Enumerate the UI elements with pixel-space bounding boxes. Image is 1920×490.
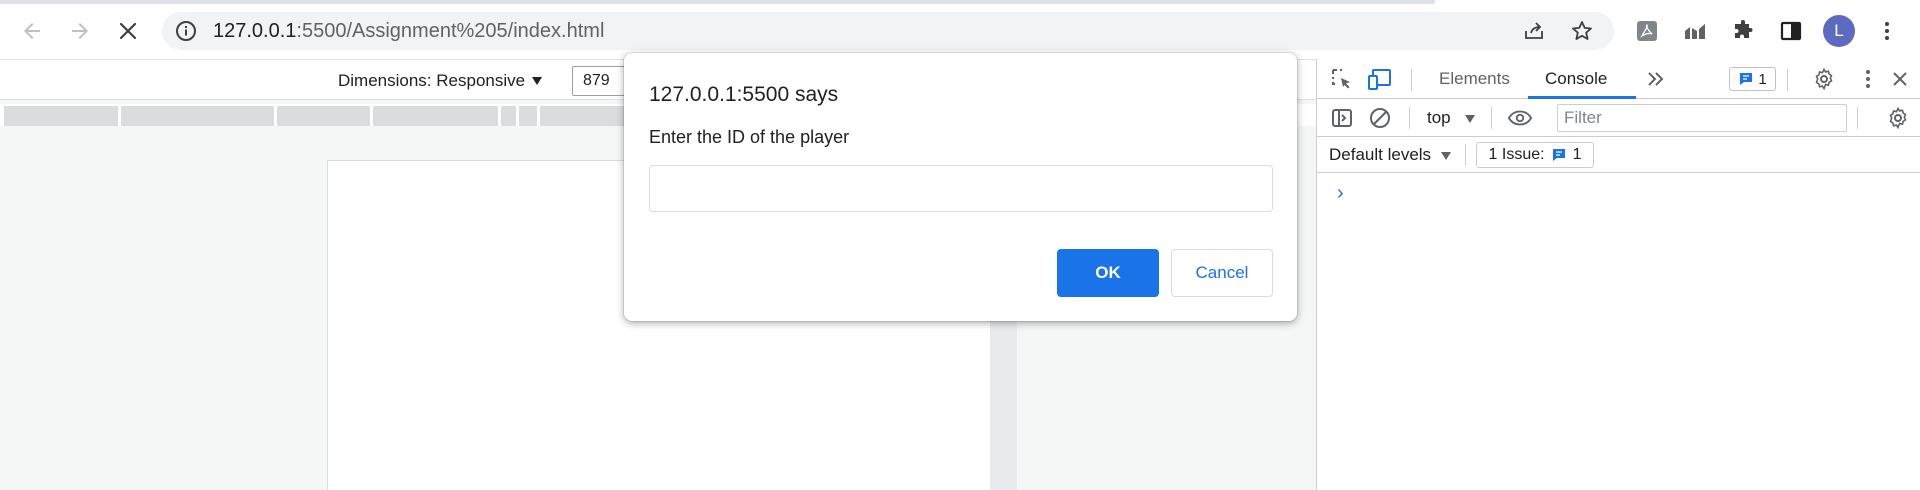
url-host: 127.0.0.1: [213, 20, 297, 42]
tab-elements[interactable]: Elements: [1439, 69, 1510, 89]
media-query-segment[interactable]: [4, 106, 118, 126]
message-icon: [1740, 73, 1753, 85]
dialog-title: 127.0.0.1:5500 says: [649, 83, 839, 106]
caret-down-icon[interactable]: [532, 77, 542, 85]
devtools-menu-icon[interactable]: [1855, 66, 1881, 92]
puzzle-extensions-icon[interactable]: [1726, 14, 1760, 48]
tab-strip-edge: [0, 0, 1435, 4]
more-tabs-chevron-icon[interactable]: [1643, 66, 1669, 92]
chart-extension-icon[interactable]: [1678, 14, 1712, 48]
site-info-icon[interactable]: [174, 19, 198, 43]
prompt-dialog: 127.0.0.1:5500 says Enter the ID of the …: [624, 53, 1297, 321]
dialog-message: Enter the ID of the player: [649, 127, 850, 147]
share-icon[interactable]: [1522, 19, 1546, 43]
device-toggle-icon[interactable]: [1367, 66, 1393, 92]
media-query-segment[interactable]: [519, 106, 537, 126]
back-arrow-icon[interactable]: [15, 14, 49, 48]
devtools-panel: Elements Console 1 top Filter Default le…: [1316, 59, 1920, 490]
message-icon: [1552, 149, 1565, 161]
tab-console[interactable]: Console: [1545, 69, 1607, 89]
media-query-segment[interactable]: [540, 106, 624, 126]
clear-console-icon[interactable]: [1367, 105, 1393, 131]
issues-counter-badge[interactable]: 1: [1729, 67, 1776, 91]
bookmark-star-icon[interactable]: [1570, 19, 1594, 43]
toolbar-separator: [1465, 144, 1466, 166]
sidebar-toggle-icon[interactable]: [1329, 105, 1355, 131]
player-id-input[interactable]: [649, 165, 1273, 212]
pdf-extension-icon[interactable]: [1630, 14, 1664, 48]
devtools-tabbar: Elements Console 1: [1317, 59, 1920, 99]
toolbar-separator: [1409, 107, 1410, 129]
browser-toolbar: 127.0.0.1:5500/Assignment%205/index.html…: [0, 0, 1920, 59]
console-levels-bar: Default levels 1 Issue: 1: [1317, 137, 1920, 173]
log-levels-dropdown[interactable]: Default levels: [1329, 145, 1431, 165]
issues-count: 1: [1572, 146, 1582, 163]
media-query-segment[interactable]: [373, 106, 498, 126]
console-prompt[interactable]: ›: [1337, 183, 1344, 203]
settings-gear-icon[interactable]: [1811, 66, 1837, 92]
dimensions-dropdown[interactable]: Dimensions: Responsive: [338, 71, 525, 91]
toolbar-separator: [1857, 107, 1858, 129]
issue-badge-count: 1: [1758, 70, 1767, 88]
device-width-input[interactable]: [572, 66, 632, 96]
caret-down-icon[interactable]: [1441, 152, 1451, 160]
media-query-segment[interactable]: [501, 106, 516, 126]
ok-button[interactable]: OK: [1057, 249, 1159, 297]
issues-button[interactable]: 1 Issue: 1: [1476, 142, 1594, 168]
toolbar-separator: [1787, 69, 1788, 91]
inspect-element-icon[interactable]: [1329, 66, 1355, 92]
close-devtools-icon[interactable]: [1887, 66, 1913, 92]
media-query-segment[interactable]: [121, 106, 274, 126]
issues-label: 1 Issue:: [1488, 146, 1545, 163]
side-panel-icon[interactable]: [1774, 14, 1808, 48]
kebab-menu-icon[interactable]: [1870, 14, 1904, 48]
js-context-selector[interactable]: top: [1427, 108, 1451, 128]
live-expression-eye-icon[interactable]: [1507, 105, 1533, 131]
stop-loading-icon[interactable]: [111, 14, 145, 48]
cancel-button[interactable]: Cancel: [1171, 249, 1273, 297]
caret-down-icon[interactable]: [1465, 115, 1475, 123]
address-bar[interactable]: 127.0.0.1:5500/Assignment%205/index.html: [162, 12, 1614, 50]
console-filter-input[interactable]: [1557, 104, 1847, 132]
toolbar-separator: [1491, 107, 1492, 129]
console-toolbar: top: [1317, 99, 1920, 137]
console-settings-icon[interactable]: [1885, 105, 1911, 131]
url-path: :5500/Assignment%205/index.html: [296, 20, 605, 42]
profile-avatar[interactable]: L: [1823, 15, 1855, 47]
toolbar-separator: [1411, 69, 1412, 91]
forward-arrow-icon[interactable]: [63, 14, 97, 48]
url-text[interactable]: 127.0.0.1:5500/Assignment%205/index.html: [213, 20, 604, 43]
media-query-segment[interactable]: [277, 106, 370, 126]
profile-initial: L: [1834, 21, 1844, 40]
